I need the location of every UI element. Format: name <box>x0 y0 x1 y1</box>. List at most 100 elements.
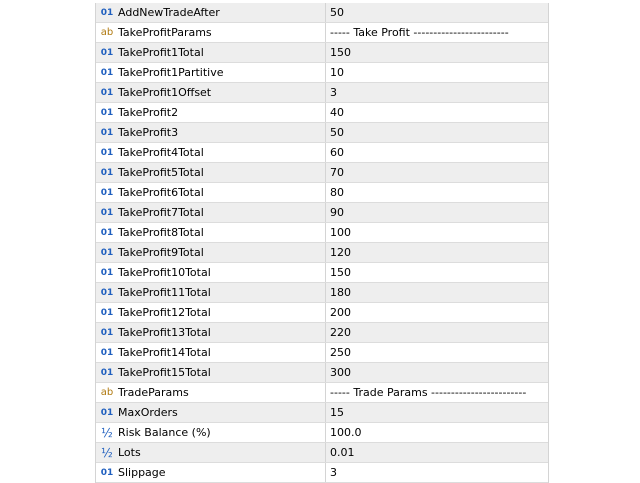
parameter-value[interactable]: 70 <box>326 163 548 182</box>
parameter-name-cell: ab TradeParams <box>96 383 326 402</box>
integer-type-icon: 01 <box>100 407 114 418</box>
parameter-row[interactable]: 01 TakeProfit3 50 <box>96 123 548 143</box>
parameter-row[interactable]: ½ Lots 0.01 <box>96 443 548 463</box>
parameter-value[interactable]: 40 <box>326 103 548 122</box>
parameter-name: TakeProfitParams <box>118 25 212 39</box>
parameter-value[interactable]: 50 <box>326 123 548 142</box>
parameter-name: TakeProfit5Total <box>118 165 204 179</box>
parameter-value[interactable]: 300 <box>326 363 548 382</box>
parameter-value[interactable]: ----- Take Profit ----------------------… <box>326 23 548 42</box>
parameter-value[interactable]: 0.01 <box>326 443 548 462</box>
parameter-name: TakeProfit3 <box>118 125 179 139</box>
parameter-name-cell: 01 TakeProfit5Total <box>96 163 326 182</box>
parameter-name-cell: 01 Slippage <box>96 463 326 482</box>
parameter-value[interactable]: 90 <box>326 203 548 222</box>
parameter-name-cell: ab TakeProfitParams <box>96 23 326 42</box>
parameter-name: TakeProfit10Total <box>118 265 211 279</box>
integer-type-icon: 01 <box>100 67 114 78</box>
parameter-row[interactable]: 01 TakeProfit7Total 90 <box>96 203 548 223</box>
parameter-value[interactable]: 220 <box>326 323 548 342</box>
parameter-name: TakeProfit1Offset <box>118 85 212 99</box>
parameter-value[interactable]: 180 <box>326 283 548 302</box>
integer-type-icon: 01 <box>100 127 114 138</box>
parameter-value[interactable]: 15 <box>326 403 548 422</box>
parameter-value[interactable]: 200 <box>326 303 548 322</box>
parameter-value[interactable]: 120 <box>326 243 548 262</box>
parameter-name: TakeProfit8Total <box>118 225 204 239</box>
integer-type-icon: 01 <box>100 107 114 118</box>
parameter-name-cell: 01 TakeProfit1Partitive <box>96 63 326 82</box>
parameter-name-cell: 01 TakeProfit1Offset <box>96 83 326 102</box>
integer-type-icon: 01 <box>100 307 114 318</box>
parameter-value[interactable]: 150 <box>326 43 548 62</box>
parameter-name-cell: ½ Lots <box>96 443 326 462</box>
integer-type-icon: 01 <box>100 347 114 358</box>
parameter-row[interactable]: 01 TakeProfit1Partitive 10 <box>96 63 548 83</box>
integer-type-icon: 01 <box>100 207 114 218</box>
parameter-name: TakeProfit2 <box>118 105 179 119</box>
integer-type-icon: 01 <box>100 467 114 478</box>
integer-type-icon: 01 <box>100 87 114 98</box>
parameter-value[interactable]: 50 <box>326 3 548 22</box>
parameter-name-cell: 01 MaxOrders <box>96 403 326 422</box>
integer-type-icon: 01 <box>100 367 114 378</box>
parameter-name: TakeProfit14Total <box>118 345 211 359</box>
parameter-name-cell: 01 TakeProfit3 <box>96 123 326 142</box>
parameter-value[interactable]: 60 <box>326 143 548 162</box>
integer-type-icon: 01 <box>100 267 114 278</box>
parameter-row[interactable]: 01 TakeProfit13Total 220 <box>96 323 548 343</box>
parameter-row[interactable]: 01 TakeProfit6Total 80 <box>96 183 548 203</box>
parameter-value[interactable]: 80 <box>326 183 548 202</box>
parameter-value[interactable]: 3 <box>326 83 548 102</box>
string-type-icon: ab <box>100 26 114 38</box>
integer-type-icon: 01 <box>100 287 114 298</box>
parameter-row[interactable]: 01 TakeProfit8Total 100 <box>96 223 548 243</box>
parameter-name: TakeProfit12Total <box>118 305 211 319</box>
parameter-name: MaxOrders <box>118 405 178 419</box>
parameter-value[interactable]: 100.0 <box>326 423 548 442</box>
parameter-name-cell: 01 TakeProfit9Total <box>96 243 326 262</box>
integer-type-icon: 01 <box>100 147 114 158</box>
parameter-row[interactable]: 01 TakeProfit2 40 <box>96 103 548 123</box>
parameter-value[interactable]: 100 <box>326 223 548 242</box>
parameter-row[interactable]: 01 TakeProfit1Offset 3 <box>96 83 548 103</box>
parameter-name: TakeProfit13Total <box>118 325 211 339</box>
parameter-name-cell: 01 TakeProfit7Total <box>96 203 326 222</box>
parameter-row[interactable]: 01 TakeProfit5Total 70 <box>96 163 548 183</box>
integer-type-icon: 01 <box>100 327 114 338</box>
parameter-name: TakeProfit4Total <box>118 145 204 159</box>
parameter-name-cell: 01 TakeProfit10Total <box>96 263 326 282</box>
parameter-row[interactable]: ½ Risk Balance (%) 100.0 <box>96 423 548 443</box>
parameter-value[interactable]: 150 <box>326 263 548 282</box>
parameter-value[interactable]: 3 <box>326 463 548 482</box>
parameters-grid: 01 AddNewTradeAfter 50 ab TakeProfitParams --… <box>95 3 549 483</box>
parameter-row[interactable]: 01 TakeProfit4Total 60 <box>96 143 548 163</box>
parameter-value[interactable]: ----- Trade Params ---------------------… <box>326 383 548 402</box>
parameter-name-cell: 01 TakeProfit6Total <box>96 183 326 202</box>
parameter-row[interactable]: 01 TakeProfit12Total 200 <box>96 303 548 323</box>
parameter-row[interactable]: ab TakeProfitParams ----- Take Profit ----… <box>96 23 548 43</box>
parameter-name-cell: 01 TakeProfit15Total <box>96 363 326 382</box>
integer-type-icon: 01 <box>100 7 114 18</box>
integer-type-icon: 01 <box>100 247 114 258</box>
parameter-value[interactable]: 250 <box>326 343 548 362</box>
string-type-icon: ab <box>100 386 114 398</box>
parameter-name: TradeParams <box>118 385 189 399</box>
parameter-row[interactable]: 01 TakeProfit14Total 250 <box>96 343 548 363</box>
parameter-row[interactable]: 01 AddNewTradeAfter 50 <box>96 3 548 23</box>
integer-type-icon: 01 <box>100 187 114 198</box>
parameter-value[interactable]: 10 <box>326 63 548 82</box>
parameter-row[interactable]: ab TradeParams ----- Trade Params --------… <box>96 383 548 403</box>
parameter-name-cell: 01 TakeProfit14Total <box>96 343 326 362</box>
parameter-row[interactable]: 01 Slippage 3 <box>96 463 548 483</box>
parameter-name-cell: 01 TakeProfit2 <box>96 103 326 122</box>
parameter-name: TakeProfit6Total <box>118 185 204 199</box>
parameter-row[interactable]: 01 MaxOrders 15 <box>96 403 548 423</box>
parameter-row[interactable]: 01 TakeProfit15Total 300 <box>96 363 548 383</box>
double-type-icon: ½ <box>101 445 113 460</box>
parameter-row[interactable]: 01 TakeProfit10Total 150 <box>96 263 548 283</box>
parameter-name-cell: 01 TakeProfit1Total <box>96 43 326 62</box>
parameter-row[interactable]: 01 TakeProfit1Total 150 <box>96 43 548 63</box>
parameter-row[interactable]: 01 TakeProfit9Total 120 <box>96 243 548 263</box>
parameter-row[interactable]: 01 TakeProfit11Total 180 <box>96 283 548 303</box>
